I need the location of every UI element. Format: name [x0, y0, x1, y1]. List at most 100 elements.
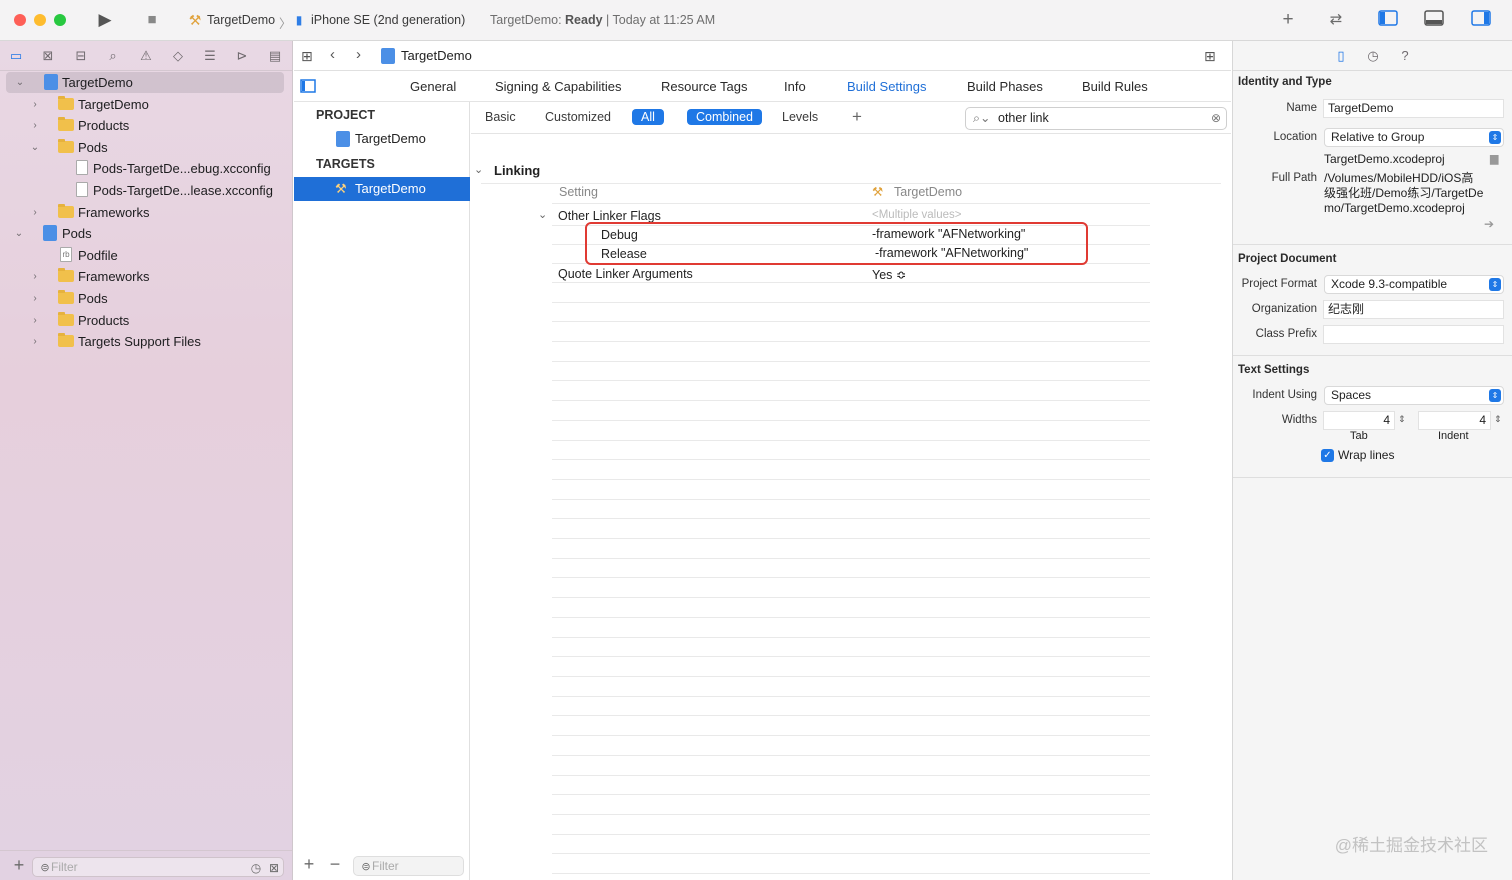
close-window-button[interactable]	[14, 14, 26, 26]
tab-build-phases[interactable]: Build Phases	[967, 79, 1043, 94]
tree-item-project[interactable]: ⌄ TargetDemo	[6, 72, 284, 93]
reveal-arrow-icon[interactable]: ➔	[1484, 217, 1494, 232]
indent-stepper-icon[interactable]: ⇕	[1494, 412, 1502, 427]
tree-item-folder[interactable]: › Products	[0, 115, 292, 136]
chevron-right-icon[interactable]: ›	[28, 202, 42, 223]
view-combined[interactable]: Combined	[687, 109, 762, 125]
class-prefix-field[interactable]	[1323, 325, 1504, 344]
target-item[interactable]: ⚒ TargetDemo	[294, 177, 470, 201]
status-time: | Today at 11:25 AM	[602, 13, 716, 27]
tab-resource-tags[interactable]: Resource Tags	[661, 79, 747, 94]
chevron-down-icon[interactable]: ⌄	[12, 223, 26, 244]
tab-info[interactable]: Info	[784, 79, 806, 94]
folder-reveal-icon[interactable]: ▆	[1490, 152, 1498, 167]
folder-icon[interactable]: ▭	[7, 47, 25, 65]
setting-other-linker-flags[interactable]: Other Linker Flags	[558, 209, 661, 223]
chevron-down-icon[interactable]: ⌄	[13, 72, 27, 93]
jumpbar-file[interactable]: TargetDemo	[401, 48, 472, 63]
clear-search-icon[interactable]: ⊗	[1211, 108, 1221, 129]
tree-item-label: Pods	[78, 140, 108, 155]
chevron-right-icon[interactable]: ›	[28, 266, 42, 287]
build-settings-search-input[interactable]: ⌕⌄ other link ⊗	[965, 107, 1227, 130]
breakpoint-icon[interactable]: ⊳	[233, 47, 251, 65]
project-item[interactable]: TargetDemo	[294, 127, 470, 151]
chevron-right-icon[interactable]: ›	[28, 288, 42, 309]
tree-item-folder[interactable]: › Frameworks	[0, 266, 292, 287]
tree-item-folder[interactable]: › Targets Support Files	[0, 331, 292, 352]
search-icon: ⌕⌄	[973, 111, 991, 125]
popup-arrows-icon: ⇕	[1489, 278, 1501, 291]
project-format-popup[interactable]: Xcode 9.3-compatible ⇕	[1324, 275, 1504, 294]
chevron-right-icon[interactable]: ›	[28, 331, 42, 352]
chevron-down-icon[interactable]: ⌄	[538, 208, 547, 221]
tab-signing-capabilities[interactable]: Signing & Capabilities	[495, 79, 621, 94]
tab-stepper-icon[interactable]: ⇕	[1398, 412, 1406, 427]
run-icon[interactable]: ▶	[94, 10, 116, 30]
project-targets-list: PROJECT TargetDemo TARGETS ⚒ TargetDemo …	[294, 102, 470, 880]
forward-icon[interactable]: ›	[356, 46, 361, 63]
tree-item-project[interactable]: ⌄ Pods	[0, 223, 292, 244]
back-icon[interactable]: ‹	[330, 46, 335, 63]
row-divider	[552, 794, 1150, 795]
tree-item-folder[interactable]: ⌄ Pods	[0, 137, 292, 158]
stop-icon[interactable]: ■	[141, 10, 163, 30]
location-popup[interactable]: Relative to Group ⇕	[1324, 128, 1504, 147]
related-items-icon[interactable]: ⊞	[301, 48, 313, 65]
view-levels[interactable]: Levels	[782, 110, 818, 124]
scheme-selector[interactable]: TargetDemo	[207, 13, 275, 27]
folder-icon	[58, 312, 74, 326]
debug-icon[interactable]: ☰	[201, 47, 219, 65]
tree-item-file[interactable]: rb Podfile	[0, 245, 292, 266]
tree-item-folder[interactable]: › TargetDemo	[0, 94, 292, 115]
filter-customized[interactable]: Customized	[545, 110, 611, 124]
add-icon[interactable]: +	[1277, 10, 1299, 30]
remove-icon[interactable]: −	[324, 854, 346, 874]
warning-icon[interactable]: ⚠	[137, 47, 155, 65]
filter-basic[interactable]: Basic	[485, 110, 516, 124]
source-control-icon[interactable]: ⊠	[39, 47, 57, 65]
file-inspector-icon[interactable]: ▯	[1332, 47, 1350, 65]
destination-selector[interactable]: iPhone SE (2nd generation)	[311, 13, 465, 27]
search-icon[interactable]: ⌕	[104, 47, 122, 65]
filter-all[interactable]: All	[632, 109, 664, 125]
setting-quote-linker-arguments[interactable]: Quote Linker Arguments	[558, 267, 693, 281]
debug-area-toggle-icon[interactable]	[1423, 10, 1445, 30]
tab-build-settings[interactable]: Build Settings	[847, 79, 927, 94]
chevron-down-icon[interactable]: ⌄	[28, 137, 42, 158]
name-field[interactable]: TargetDemo	[1323, 99, 1504, 118]
sidebar-toggle-icon[interactable]	[300, 79, 316, 96]
tree-item-folder[interactable]: › Frameworks	[0, 202, 292, 223]
indent-width-field[interactable]: 4	[1418, 411, 1491, 430]
indent-using-popup[interactable]: Spaces ⇕	[1324, 386, 1504, 405]
tree-item-folder[interactable]: › Pods	[0, 288, 292, 309]
navigator-toggle-icon[interactable]	[1377, 10, 1399, 30]
multiple-values[interactable]: <Multiple values>	[872, 209, 962, 221]
tree-item-file[interactable]: Pods-TargetDe...lease.xcconfig	[0, 180, 292, 201]
history-icon[interactable]: ◷	[1364, 47, 1382, 65]
zoom-window-button[interactable]	[54, 14, 66, 26]
chevron-down-icon[interactable]: ⌄	[474, 163, 483, 176]
chevron-right-icon[interactable]: ›	[28, 310, 42, 331]
tree-item-folder[interactable]: › Products	[0, 310, 292, 331]
tab-general[interactable]: General	[410, 79, 456, 94]
report-icon[interactable]: ▤	[266, 47, 284, 65]
code-review-icon[interactable]: ⇄	[1325, 10, 1347, 30]
wrap-lines-checkbox[interactable]: ✓	[1321, 449, 1334, 462]
add-icon[interactable]: +	[8, 855, 30, 875]
tree-item-file[interactable]: Pods-TargetDe...ebug.xcconfig	[0, 158, 292, 179]
minimize-window-button[interactable]	[34, 14, 46, 26]
chevron-right-icon[interactable]: ›	[28, 94, 42, 115]
tab-build-rules[interactable]: Build Rules	[1082, 79, 1148, 94]
organization-field[interactable]: 纪志刚	[1323, 300, 1504, 319]
tab-width-field[interactable]: 4	[1323, 411, 1395, 430]
add-icon[interactable]: +	[298, 854, 320, 874]
test-icon[interactable]: ◇	[169, 47, 187, 65]
quote-linker-value[interactable]: Yes ≎	[872, 267, 906, 282]
add-setting-icon[interactable]: +	[852, 107, 862, 127]
scm-filter-icon[interactable]: ⊠	[263, 858, 285, 878]
add-editor-icon[interactable]: ⊞	[1204, 48, 1216, 65]
symbol-icon[interactable]: ⊟	[72, 47, 90, 65]
help-icon[interactable]: ?	[1396, 47, 1414, 65]
chevron-right-icon[interactable]: ›	[28, 115, 42, 136]
inspector-toggle-icon[interactable]	[1470, 10, 1492, 30]
